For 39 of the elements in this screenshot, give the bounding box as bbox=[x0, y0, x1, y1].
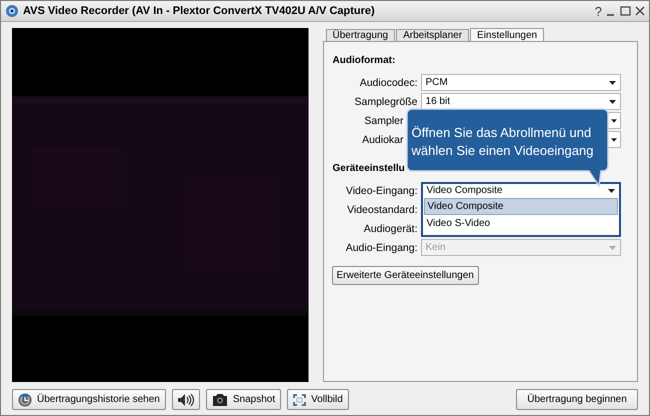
tab[interactable]: Arbeitsplaner bbox=[396, 29, 470, 41]
history-icon bbox=[18, 392, 32, 406]
field-label: Sampler bbox=[364, 114, 405, 126]
section-title: Geräteeinstellu bbox=[332, 163, 405, 174]
dropdown[interactable]: 16 bit bbox=[420, 93, 621, 110]
caret-icon bbox=[610, 138, 617, 142]
camera-icon bbox=[212, 393, 228, 406]
field-label: Samplegröße bbox=[354, 96, 418, 108]
tab[interactable]: Übertragung bbox=[326, 29, 396, 41]
advanced-settings-button[interactable]: Erweiterte Geräteeinstellungen bbox=[332, 266, 479, 285]
caret-icon bbox=[608, 80, 616, 84]
dropdown-option[interactable]: Video Composite bbox=[424, 198, 618, 215]
speaker-icon bbox=[178, 394, 194, 406]
dropdown[interactable]: PCM bbox=[420, 74, 621, 91]
field-label: Audiocodec: bbox=[360, 76, 418, 88]
field-label: Audiogerät: bbox=[364, 222, 418, 234]
dropdown-option[interactable]: Video S-Video bbox=[424, 215, 618, 232]
caret-icon bbox=[608, 246, 616, 250]
history-button[interactable]: Übertragungshistorie sehen bbox=[12, 389, 166, 410]
start-button[interactable]: Übertragung beginnen bbox=[516, 389, 638, 410]
tab[interactable]: Einstellungen bbox=[470, 28, 544, 42]
snapshot-button[interactable]: Snapshot bbox=[206, 389, 282, 410]
window-title: AVS Video Recorder (AV In - Plextor ConvertX TV402U A/V Capture) bbox=[23, 5, 376, 17]
fullscreen-icon bbox=[293, 394, 306, 406]
caret-icon bbox=[608, 188, 615, 192]
field-label: Audio-Eingang: bbox=[346, 242, 418, 254]
close-icon[interactable] bbox=[635, 6, 645, 16]
section-title: Audioformat: bbox=[332, 55, 396, 66]
caret-icon bbox=[608, 100, 616, 104]
field-label: Audiokar bbox=[362, 134, 405, 146]
help-button[interactable]: ? bbox=[594, 4, 602, 18]
sound-button[interactable] bbox=[172, 389, 200, 410]
field-label: Video-Eingang: bbox=[346, 184, 418, 196]
field-label: Videostandard: bbox=[347, 204, 418, 216]
maximize-icon[interactable] bbox=[620, 6, 631, 16]
fullscreen-button[interactable]: Vollbild bbox=[287, 389, 349, 410]
app-icon bbox=[5, 4, 19, 18]
callout: Öffnen Sie das Abrollmenü und wählen Sie einen Videoeingang bbox=[406, 108, 609, 187]
caret-icon bbox=[610, 118, 617, 122]
